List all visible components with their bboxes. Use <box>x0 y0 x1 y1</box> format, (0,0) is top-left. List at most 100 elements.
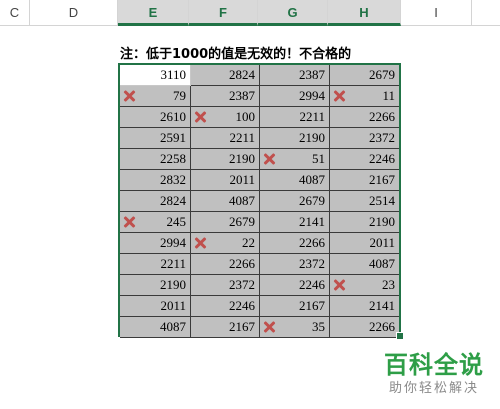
table-cell[interactable]: 51 <box>260 149 330 170</box>
column-header-c[interactable]: C <box>0 0 30 25</box>
table-cell[interactable]: 4087 <box>120 317 191 338</box>
cell-value: 2679 <box>369 67 395 82</box>
table-cell[interactable]: 2211 <box>260 107 330 128</box>
table-cell[interactable]: 2372 <box>260 254 330 275</box>
table-cell[interactable]: 2141 <box>260 212 330 233</box>
table-cell[interactable]: 2190 <box>191 149 260 170</box>
table-cell[interactable]: 2167 <box>260 296 330 317</box>
cell-value: 23 <box>382 277 395 292</box>
watermark-logo: 百科全说 助你轻松解决 <box>374 350 494 398</box>
cross-mark-icon <box>262 152 276 166</box>
column-header-e[interactable]: E <box>118 0 189 26</box>
cell-value: 79 <box>173 88 186 103</box>
table-cell[interactable]: 2190 <box>120 275 191 296</box>
table-cell[interactable]: 2141 <box>330 296 399 317</box>
table-cell[interactable]: 2679 <box>191 212 260 233</box>
table-cell[interactable]: 2610 <box>120 107 191 128</box>
column-header-f[interactable]: F <box>189 0 258 26</box>
cross-mark-icon <box>122 89 136 103</box>
table-cell[interactable]: 2246 <box>191 296 260 317</box>
cell-value: 2167 <box>299 298 325 313</box>
table-cell[interactable]: 2824 <box>191 65 260 86</box>
table-cell[interactable]: 2266 <box>191 254 260 275</box>
cell-value: 2824 <box>160 193 186 208</box>
cell-value: 2266 <box>369 319 395 334</box>
table-cell[interactable]: 245 <box>120 212 191 233</box>
table-cell[interactable]: 3110 <box>120 65 191 86</box>
cell-value: 2387 <box>229 88 255 103</box>
cell-value: 2679 <box>299 193 325 208</box>
table-cell[interactable]: 2211 <box>191 128 260 149</box>
cell-value: 2246 <box>229 298 255 313</box>
table-cell[interactable]: 2824 <box>120 191 191 212</box>
column-header-i[interactable]: I <box>401 0 472 25</box>
cell-value: 245 <box>166 214 187 229</box>
column-header-g[interactable]: G <box>258 0 328 26</box>
table-cell[interactable]: 2258 <box>120 149 191 170</box>
watermark-title: 百科全说 <box>384 351 484 379</box>
table-cell[interactable]: 2679 <box>330 65 399 86</box>
table-cell[interactable]: 11 <box>330 86 399 107</box>
table-cell[interactable]: 4087 <box>260 170 330 191</box>
cell-value: 2167 <box>369 172 395 187</box>
cross-mark-icon <box>332 89 346 103</box>
table-cell[interactable]: 4087 <box>191 191 260 212</box>
table-cell[interactable]: 2994 <box>120 233 191 254</box>
table-cell[interactable]: 22 <box>191 233 260 254</box>
table-cell[interactable]: 2387 <box>260 65 330 86</box>
cell-value: 2610 <box>160 109 186 124</box>
table-cell[interactable]: 2266 <box>260 233 330 254</box>
table-cell[interactable]: 2190 <box>260 128 330 149</box>
table-cell[interactable]: 2190 <box>330 212 399 233</box>
table-cell[interactable]: 35 <box>260 317 330 338</box>
cell-value: 51 <box>312 151 325 166</box>
table-cell[interactable]: 2246 <box>330 149 399 170</box>
cell-value: 2258 <box>160 151 186 166</box>
cell-value: 2994 <box>160 235 186 250</box>
cell-value: 100 <box>235 109 256 124</box>
cross-mark-icon <box>122 215 136 229</box>
table-cell[interactable]: 2591 <box>120 128 191 149</box>
table-cell[interactable]: 2832 <box>120 170 191 191</box>
cell-value: 2372 <box>229 277 255 292</box>
cell-value: 2591 <box>160 130 186 145</box>
cell-value: 2832 <box>160 172 186 187</box>
table-cell[interactable]: 2994 <box>260 86 330 107</box>
fill-handle[interactable] <box>396 332 404 340</box>
table-cell[interactable]: 2372 <box>191 275 260 296</box>
table-cell[interactable]: 2011 <box>330 233 399 254</box>
table-cell[interactable]: 2211 <box>120 254 191 275</box>
table-cell[interactable]: 2266 <box>330 107 399 128</box>
cell-value: 2824 <box>229 67 255 82</box>
cell-value: 2266 <box>369 109 395 124</box>
cell-value: 2141 <box>369 298 395 313</box>
table-cell[interactable]: 100 <box>191 107 260 128</box>
cell-value: 2011 <box>229 172 255 187</box>
cross-mark-icon <box>262 320 276 334</box>
cross-mark-icon <box>332 278 346 292</box>
table-cell[interactable]: 79 <box>120 86 191 107</box>
table-cell[interactable]: 2011 <box>191 170 260 191</box>
cell-value: 2190 <box>229 151 255 166</box>
cell-value: 2190 <box>160 277 186 292</box>
table-cell[interactable]: 2167 <box>330 170 399 191</box>
cell-value: 2011 <box>160 298 186 313</box>
cell-value: 35 <box>312 319 325 334</box>
table-cell[interactable]: 2246 <box>260 275 330 296</box>
table-cell[interactable]: 2679 <box>260 191 330 212</box>
table-cell[interactable]: 2372 <box>330 128 399 149</box>
cell-value: 4087 <box>299 172 325 187</box>
table-cell[interactable]: 2266 <box>330 317 399 338</box>
cell-value: 2211 <box>229 130 255 145</box>
table-cell[interactable]: 2387 <box>191 86 260 107</box>
note-text[interactable]: 注：低于1000的值是无效的！不合格的 <box>120 43 351 62</box>
table-cell[interactable]: 2167 <box>191 317 260 338</box>
selected-data-range[interactable]: 3110 2824 2387 2679 79 2387 2994 11 2610 100 2211 2… <box>118 63 401 338</box>
cell-value: 2211 <box>160 256 186 271</box>
table-cell[interactable]: 2514 <box>330 191 399 212</box>
column-header-d[interactable]: D <box>30 0 118 25</box>
table-cell[interactable]: 4087 <box>330 254 399 275</box>
column-header-h[interactable]: H <box>328 0 401 26</box>
table-cell[interactable]: 2011 <box>120 296 191 317</box>
table-cell[interactable]: 23 <box>330 275 399 296</box>
